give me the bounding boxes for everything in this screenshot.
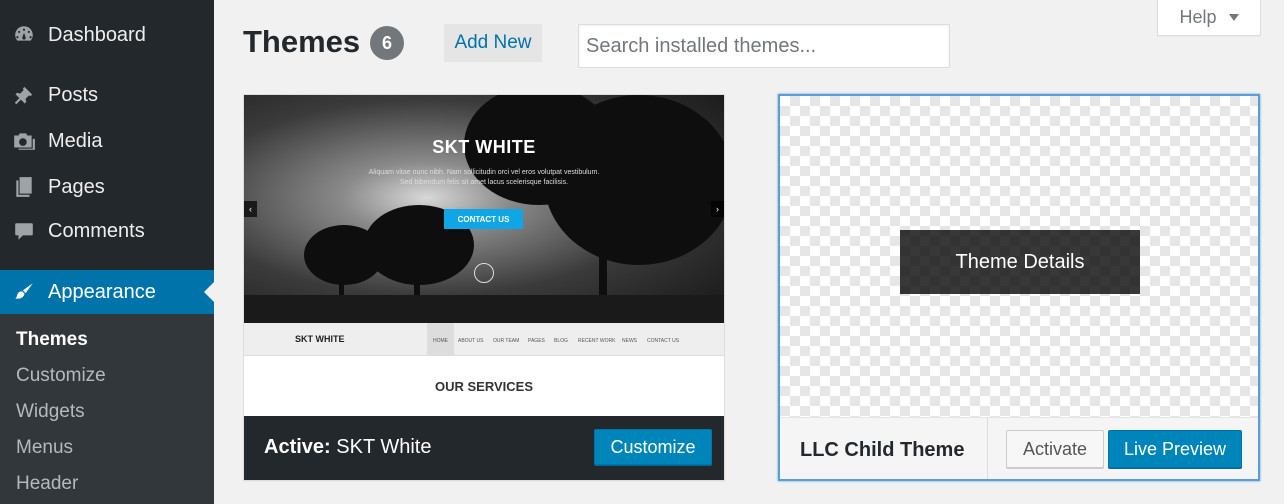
caret-down-icon bbox=[1228, 14, 1239, 21]
theme-details-button[interactable]: Theme Details bbox=[900, 230, 1140, 294]
admin-sidebar: Dashboard Posts Media Pages Comments App… bbox=[0, 0, 214, 504]
comment-icon bbox=[0, 220, 48, 242]
sidebar-item-pages[interactable]: Pages bbox=[0, 165, 214, 209]
active-theme-name: SKT White bbox=[336, 436, 432, 458]
active-indicator bbox=[204, 282, 214, 302]
screenshot-contact-button: CONTACT US bbox=[444, 209, 523, 229]
sidebar-item-posts[interactable]: Posts bbox=[0, 73, 214, 117]
theme-screenshot: SKT WHITE Aliquam vitae nunc nibh. Nam s… bbox=[244, 95, 724, 416]
submenu-item-widgets[interactable]: Widgets bbox=[16, 401, 85, 423]
screenshot-nav-link: NEWS bbox=[622, 338, 637, 344]
screenshot-nav-link: PAGES bbox=[528, 338, 545, 344]
page-title: Themes bbox=[243, 24, 361, 59]
brush-icon bbox=[0, 281, 48, 303]
customize-button[interactable]: Customize bbox=[594, 429, 712, 465]
dashboard-icon bbox=[0, 24, 48, 46]
screenshot-section-title: OUR SERVICES bbox=[434, 379, 533, 394]
sidebar-item-label: Dashboard bbox=[48, 23, 146, 46]
chevron-left-icon: ‹ bbox=[244, 201, 257, 217]
theme-count-badge: 6 bbox=[370, 26, 404, 60]
help-label: Help bbox=[1179, 7, 1217, 27]
tree-shape bbox=[304, 225, 384, 285]
screenshot-text: Sed bibendum felis sit amet lacus sceler… bbox=[399, 179, 569, 186]
active-prefix: Active: bbox=[264, 436, 331, 458]
sidebar-item-label: Media bbox=[48, 129, 103, 152]
pin-icon bbox=[0, 84, 48, 106]
pages-icon bbox=[0, 176, 48, 198]
divider bbox=[987, 418, 988, 479]
chevron-right-icon: › bbox=[711, 201, 724, 217]
submenu-item-menus[interactable]: Menus bbox=[16, 437, 73, 459]
submenu-item-themes[interactable]: Themes bbox=[16, 329, 88, 351]
screenshot-nav-link: RECENT WORK bbox=[578, 338, 616, 344]
sidebar-item-label: Comments bbox=[48, 219, 145, 242]
screenshot-body: OUR SERVICES bbox=[244, 356, 724, 416]
activate-button[interactable]: Activate bbox=[1006, 430, 1104, 468]
theme-name: LLC Child Theme bbox=[800, 439, 965, 461]
screenshot-title: SKT WHITE bbox=[432, 137, 536, 157]
active-theme-label: Active: SKT White bbox=[264, 436, 431, 459]
screenshot-logo: SKT WHITE bbox=[295, 334, 345, 344]
theme-screenshot-placeholder: Theme Details bbox=[780, 96, 1258, 417]
media-icon bbox=[0, 130, 48, 152]
screenshot-nav-link: ABOUT US bbox=[458, 338, 484, 344]
screenshot-nav-link: HOME bbox=[433, 338, 448, 344]
child-theme-footer: LLC Child Theme Activate Live Preview bbox=[780, 417, 1258, 479]
sidebar-item-media[interactable]: Media bbox=[0, 119, 214, 163]
screenshot-hero: SKT WHITE Aliquam vitae nunc nibh. Nam s… bbox=[244, 95, 724, 323]
ground-shape bbox=[244, 295, 724, 323]
active-theme-card[interactable]: SKT WHITE Aliquam vitae nunc nibh. Nam s… bbox=[243, 94, 725, 481]
screenshot-nav-link: OUR TEAM bbox=[493, 338, 520, 344]
add-new-button[interactable]: Add New bbox=[444, 24, 542, 62]
sidebar-item-label: Appearance bbox=[48, 280, 156, 303]
help-tab-button[interactable]: Help bbox=[1157, 0, 1261, 36]
scroll-down-icon bbox=[474, 263, 494, 283]
search-themes-input[interactable] bbox=[578, 24, 950, 68]
appearance-submenu: Themes Customize Widgets Menus Header bbox=[0, 314, 214, 504]
live-preview-button[interactable]: Live Preview bbox=[1108, 430, 1242, 468]
active-theme-footer: Active: SKT White Customize bbox=[244, 416, 724, 480]
child-theme-card[interactable]: Theme Details LLC Child Theme Activate L… bbox=[778, 94, 1260, 481]
sidebar-item-appearance[interactable]: Appearance bbox=[0, 270, 214, 314]
screenshot-nav: SKT WHITE HOME ABOUT US OUR TEAM PAGES B… bbox=[244, 323, 724, 356]
submenu-item-customize[interactable]: Customize bbox=[16, 365, 106, 387]
submenu-item-header[interactable]: Header bbox=[16, 473, 78, 495]
sidebar-item-comments[interactable]: Comments bbox=[0, 209, 214, 253]
sidebar-item-dashboard[interactable]: Dashboard bbox=[0, 13, 214, 57]
sidebar-item-label: Posts bbox=[48, 83, 99, 106]
screenshot-nav-link: BLOG bbox=[554, 338, 568, 344]
screenshot-text: Aliquam vitae nunc nibh. Nam sollicitudi… bbox=[368, 169, 600, 176]
screenshot-nav-link: CONTACT US bbox=[647, 338, 680, 344]
sidebar-item-label: Pages bbox=[48, 175, 105, 198]
